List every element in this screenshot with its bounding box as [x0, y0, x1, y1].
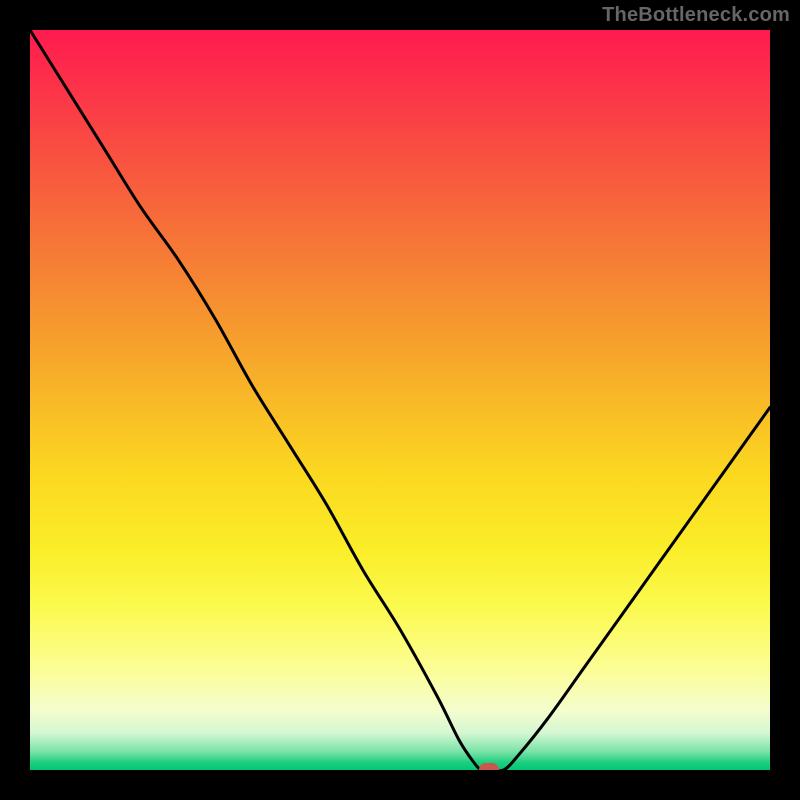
- plot-area: [30, 30, 770, 770]
- curve-svg: [30, 30, 770, 770]
- bottleneck-curve: [30, 30, 770, 770]
- chart-frame: TheBottleneck.com: [0, 0, 800, 800]
- optimal-marker: [479, 763, 499, 770]
- attribution-text: TheBottleneck.com: [602, 4, 790, 27]
